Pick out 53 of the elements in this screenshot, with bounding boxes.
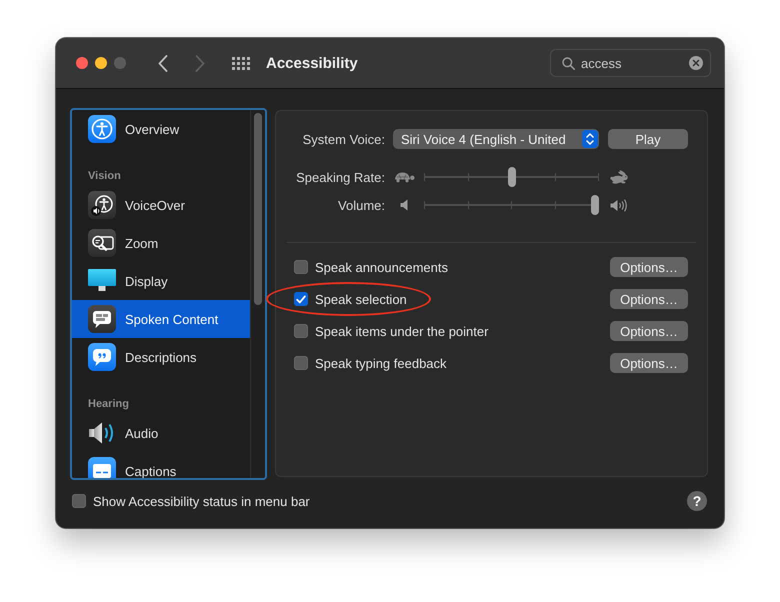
field-label: System Voice: <box>302 132 385 146</box>
sidebar-heading: Hearing <box>87 397 130 412</box>
sidebar-item[interactable]: Display <box>72 262 250 300</box>
checkbox[interactable] <box>294 324 308 338</box>
checkbox[interactable] <box>294 356 308 370</box>
sidebar-item[interactable]: Spoken Content <box>72 300 250 338</box>
slider-label: Volume: <box>337 198 385 212</box>
grid-icon[interactable] <box>232 56 250 70</box>
window-title: Accessibility <box>266 54 358 72</box>
speaker-icon <box>400 199 408 211</box>
clear-icon[interactable] <box>689 56 703 70</box>
sidebar-item[interactable]: Descriptions <box>72 338 250 376</box>
options-button[interactable]: Options… <box>610 257 688 277</box>
checkbox[interactable] <box>294 260 308 274</box>
help-button[interactable]: ? <box>687 491 707 511</box>
checkbox-label: Speak items under the pointer <box>315 324 488 338</box>
checkbox-label: Show Accessibility status in menu bar <box>93 494 310 508</box>
captions-icon <box>88 457 116 478</box>
sidebar-item[interactable]: Overview <box>72 110 250 148</box>
options-button[interactable]: Options… <box>610 321 688 341</box>
person-speaker-icon <box>88 191 116 219</box>
options-button[interactable]: Options… <box>610 353 688 373</box>
speech-bubble-icon <box>88 305 116 333</box>
sidebar-item[interactable]: Zoom <box>72 224 250 262</box>
checkbox[interactable] <box>294 292 308 306</box>
checkbox-label: Speak typing feedback <box>315 356 447 370</box>
checkbox-label: Speak selection <box>315 292 407 306</box>
sidebar-item[interactable]: Audio <box>72 414 250 452</box>
stepper-icon <box>582 130 598 148</box>
sidebar-item[interactable]: VoiceOver <box>72 186 250 224</box>
sidebar-item[interactable]: Captions <box>72 452 250 478</box>
close-button[interactable] <box>76 57 88 69</box>
voice-dropdown[interactable]: Siri Voice 4 (English - United <box>393 129 599 149</box>
rabbit-icon <box>610 170 629 184</box>
scrollbar-thumb[interactable] <box>254 113 262 305</box>
slider-track[interactable] <box>424 167 599 187</box>
play-button[interactable]: Play <box>608 129 688 149</box>
checkbox-label: Speak announcements <box>315 260 448 274</box>
options-button[interactable]: Options… <box>610 289 688 309</box>
turtle-icon <box>393 171 415 183</box>
checkbox[interactable] <box>72 494 86 508</box>
magnifier-icon <box>88 229 116 257</box>
quote-bubble-icon <box>88 343 116 371</box>
sidebar-heading: Vision <box>87 169 122 184</box>
slider-track[interactable] <box>424 195 599 215</box>
search-icon <box>562 56 575 70</box>
minimize-button[interactable] <box>95 57 107 69</box>
chevron-left-icon[interactable] <box>158 54 168 72</box>
slider-thumb[interactable] <box>591 195 599 215</box>
slider-label: Speaking Rate: <box>295 170 385 184</box>
search-field[interactable]: access <box>550 49 711 77</box>
loud-speaker-icon <box>610 198 628 212</box>
slider-thumb[interactable] <box>508 167 516 187</box>
